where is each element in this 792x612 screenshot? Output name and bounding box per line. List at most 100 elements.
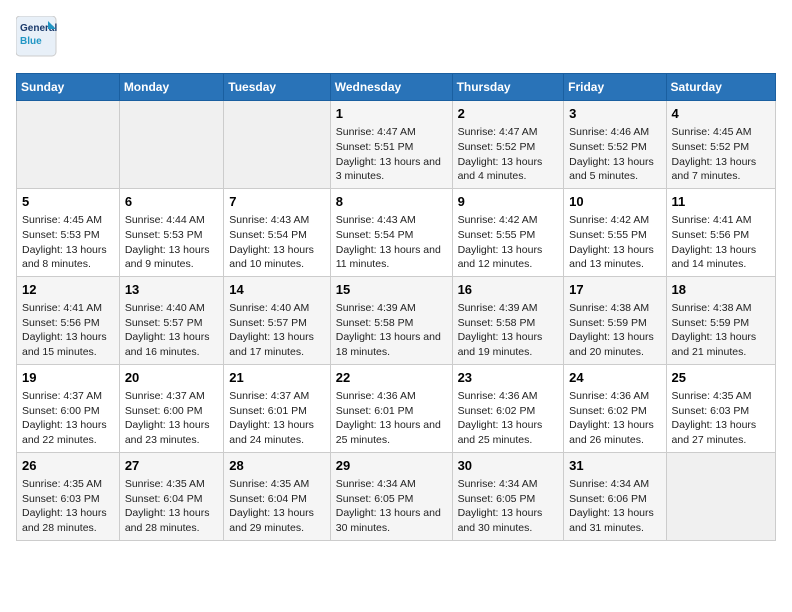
day-number: 16 xyxy=(458,281,559,299)
day-number: 28 xyxy=(229,457,324,475)
day-info: Sunrise: 4:36 AM Sunset: 6:01 PM Dayligh… xyxy=(336,389,447,448)
weekday-header: Saturday xyxy=(666,74,775,101)
calendar-cell: 2 Sunrise: 4:47 AM Sunset: 5:52 PM Daylig… xyxy=(452,101,564,189)
weekday-header: Sunday xyxy=(17,74,120,101)
page-header: General Blue xyxy=(16,16,776,61)
calendar-header: SundayMondayTuesdayWednesdayThursdayFrid… xyxy=(17,74,776,101)
day-number: 5 xyxy=(22,193,114,211)
calendar-cell: 27Sunrise: 4:35 AM Sunset: 6:04 PM Dayli… xyxy=(119,452,223,540)
day-number: 19 xyxy=(22,369,114,387)
calendar-cell: 8Sunrise: 4:43 AM Sunset: 5:54 PM Daylig… xyxy=(330,188,452,276)
day-number: 13 xyxy=(125,281,218,299)
day-number: 6 xyxy=(125,193,218,211)
day-info: Sunrise: 4:38 AM Sunset: 5:59 PM Dayligh… xyxy=(672,301,770,360)
day-number: 31 xyxy=(569,457,660,475)
day-info: Sunrise: 4:47 AM Sunset: 5:52 PM Dayligh… xyxy=(458,125,559,184)
day-info: Sunrise: 4:41 AM Sunset: 5:56 PM Dayligh… xyxy=(22,301,114,360)
calendar-cell xyxy=(119,101,223,189)
calendar-cell: 4Sunrise: 4:45 AM Sunset: 5:52 PM Daylig… xyxy=(666,101,775,189)
logo-svg: General Blue xyxy=(16,16,96,61)
day-number: 18 xyxy=(672,281,770,299)
day-info: Sunrise: 4:45 AM Sunset: 5:53 PM Dayligh… xyxy=(22,213,114,272)
calendar-cell: 21Sunrise: 4:37 AM Sunset: 6:01 PM Dayli… xyxy=(224,364,330,452)
calendar-cell: 14 Sunrise: 4:40 AM Sunset: 5:57 PM Dayli… xyxy=(224,276,330,364)
day-info: Sunrise: 4:45 AM Sunset: 5:52 PM Dayligh… xyxy=(672,125,770,184)
calendar-cell: 5 Sunrise: 4:45 AM Sunset: 5:53 PM Daylig… xyxy=(17,188,120,276)
calendar-cell: 13Sunrise: 4:40 AM Sunset: 5:57 PM Dayli… xyxy=(119,276,223,364)
calendar-cell xyxy=(224,101,330,189)
calendar-week-row: 12Sunrise: 4:41 AM Sunset: 5:56 PM Dayli… xyxy=(17,276,776,364)
svg-text:Blue: Blue xyxy=(20,36,42,47)
day-info: Sunrise: 4:38 AM Sunset: 5:59 PM Dayligh… xyxy=(569,301,660,360)
day-info: Sunrise: 4:41 AM Sunset: 5:56 PM Dayligh… xyxy=(672,213,770,272)
day-info: Sunrise: 4:36 AM Sunset: 6:02 PM Dayligh… xyxy=(569,389,660,448)
weekday-header: Wednesday xyxy=(330,74,452,101)
day-info: Sunrise: 4:43 AM Sunset: 5:54 PM Dayligh… xyxy=(229,213,324,272)
day-info: Sunrise: 4:37 AM Sunset: 6:00 PM Dayligh… xyxy=(125,389,218,448)
calendar-cell: 28 Sunrise: 4:35 AM Sunset: 6:04 PM Dayli… xyxy=(224,452,330,540)
calendar-cell: 15Sunrise: 4:39 AM Sunset: 5:58 PM Dayli… xyxy=(330,276,452,364)
calendar-cell: 22 Sunrise: 4:36 AM Sunset: 6:01 PM Dayli… xyxy=(330,364,452,452)
calendar-cell: 24Sunrise: 4:36 AM Sunset: 6:02 PM Dayli… xyxy=(564,364,666,452)
day-number: 9 xyxy=(458,193,559,211)
calendar-week-row: 26 Sunrise: 4:35 AM Sunset: 6:03 PM Dayli… xyxy=(17,452,776,540)
day-number: 30 xyxy=(458,457,559,475)
day-info: Sunrise: 4:34 AM Sunset: 6:05 PM Dayligh… xyxy=(458,477,559,536)
calendar-cell: 16 Sunrise: 4:39 AM Sunset: 5:58 PM Dayli… xyxy=(452,276,564,364)
day-info: Sunrise: 4:42 AM Sunset: 5:55 PM Dayligh… xyxy=(458,213,559,272)
day-info: Sunrise: 4:35 AM Sunset: 6:04 PM Dayligh… xyxy=(125,477,218,536)
calendar-cell: 25 Sunrise: 4:35 AM Sunset: 6:03 PM Dayli… xyxy=(666,364,775,452)
day-info: Sunrise: 4:46 AM Sunset: 5:52 PM Dayligh… xyxy=(569,125,660,184)
calendar-table: SundayMondayTuesdayWednesdayThursdayFrid… xyxy=(16,73,776,541)
day-number: 23 xyxy=(458,369,559,387)
day-info: Sunrise: 4:40 AM Sunset: 5:57 PM Dayligh… xyxy=(229,301,324,360)
calendar-cell: 1 Sunrise: 4:47 AM Sunset: 5:51 PM Daylig… xyxy=(330,101,452,189)
day-info: Sunrise: 4:42 AM Sunset: 5:55 PM Dayligh… xyxy=(569,213,660,272)
day-info: Sunrise: 4:35 AM Sunset: 6:03 PM Dayligh… xyxy=(672,389,770,448)
weekday-header: Thursday xyxy=(452,74,564,101)
day-info: Sunrise: 4:43 AM Sunset: 5:54 PM Dayligh… xyxy=(336,213,447,272)
day-number: 20 xyxy=(125,369,218,387)
day-number: 17 xyxy=(569,281,660,299)
calendar-cell: 18 Sunrise: 4:38 AM Sunset: 5:59 PM Dayli… xyxy=(666,276,775,364)
calendar-cell: 30 Sunrise: 4:34 AM Sunset: 6:05 PM Dayli… xyxy=(452,452,564,540)
calendar-cell xyxy=(666,452,775,540)
day-number: 1 xyxy=(336,105,447,123)
day-number: 3 xyxy=(569,105,660,123)
weekday-header: Friday xyxy=(564,74,666,101)
day-number: 2 xyxy=(458,105,559,123)
day-number: 10 xyxy=(569,193,660,211)
calendar-cell xyxy=(17,101,120,189)
day-number: 25 xyxy=(672,369,770,387)
calendar-cell: 23 Sunrise: 4:36 AM Sunset: 6:02 PM Dayli… xyxy=(452,364,564,452)
calendar-week-row: 1 Sunrise: 4:47 AM Sunset: 5:51 PM Daylig… xyxy=(17,101,776,189)
day-info: Sunrise: 4:37 AM Sunset: 6:00 PM Dayligh… xyxy=(22,389,114,448)
weekday-header: Tuesday xyxy=(224,74,330,101)
calendar-cell: 20 Sunrise: 4:37 AM Sunset: 6:00 PM Dayli… xyxy=(119,364,223,452)
calendar-cell: 19 Sunrise: 4:37 AM Sunset: 6:00 PM Dayli… xyxy=(17,364,120,452)
day-info: Sunrise: 4:47 AM Sunset: 5:51 PM Dayligh… xyxy=(336,125,447,184)
day-number: 14 xyxy=(229,281,324,299)
day-info: Sunrise: 4:35 AM Sunset: 6:03 PM Dayligh… xyxy=(22,477,114,536)
day-info: Sunrise: 4:44 AM Sunset: 5:53 PM Dayligh… xyxy=(125,213,218,272)
calendar-cell: 11 Sunrise: 4:41 AM Sunset: 5:56 PM Dayli… xyxy=(666,188,775,276)
calendar-week-row: 19 Sunrise: 4:37 AM Sunset: 6:00 PM Dayli… xyxy=(17,364,776,452)
day-info: Sunrise: 4:36 AM Sunset: 6:02 PM Dayligh… xyxy=(458,389,559,448)
calendar-cell: 9 Sunrise: 4:42 AM Sunset: 5:55 PM Daylig… xyxy=(452,188,564,276)
calendar-cell: 6 Sunrise: 4:44 AM Sunset: 5:53 PM Daylig… xyxy=(119,188,223,276)
day-number: 26 xyxy=(22,457,114,475)
day-info: Sunrise: 4:35 AM Sunset: 6:04 PM Dayligh… xyxy=(229,477,324,536)
calendar-cell: 10 Sunrise: 4:42 AM Sunset: 5:55 PM Dayli… xyxy=(564,188,666,276)
day-info: Sunrise: 4:39 AM Sunset: 5:58 PM Dayligh… xyxy=(458,301,559,360)
day-number: 7 xyxy=(229,193,324,211)
day-info: Sunrise: 4:34 AM Sunset: 6:05 PM Dayligh… xyxy=(336,477,447,536)
weekday-header: Monday xyxy=(119,74,223,101)
day-number: 11 xyxy=(672,193,770,211)
day-number: 15 xyxy=(336,281,447,299)
day-number: 22 xyxy=(336,369,447,387)
calendar-cell: 26 Sunrise: 4:35 AM Sunset: 6:03 PM Dayli… xyxy=(17,452,120,540)
calendar-cell: 29Sunrise: 4:34 AM Sunset: 6:05 PM Dayli… xyxy=(330,452,452,540)
day-number: 21 xyxy=(229,369,324,387)
calendar-cell: 7 Sunrise: 4:43 AM Sunset: 5:54 PM Daylig… xyxy=(224,188,330,276)
calendar-cell: 12Sunrise: 4:41 AM Sunset: 5:56 PM Dayli… xyxy=(17,276,120,364)
